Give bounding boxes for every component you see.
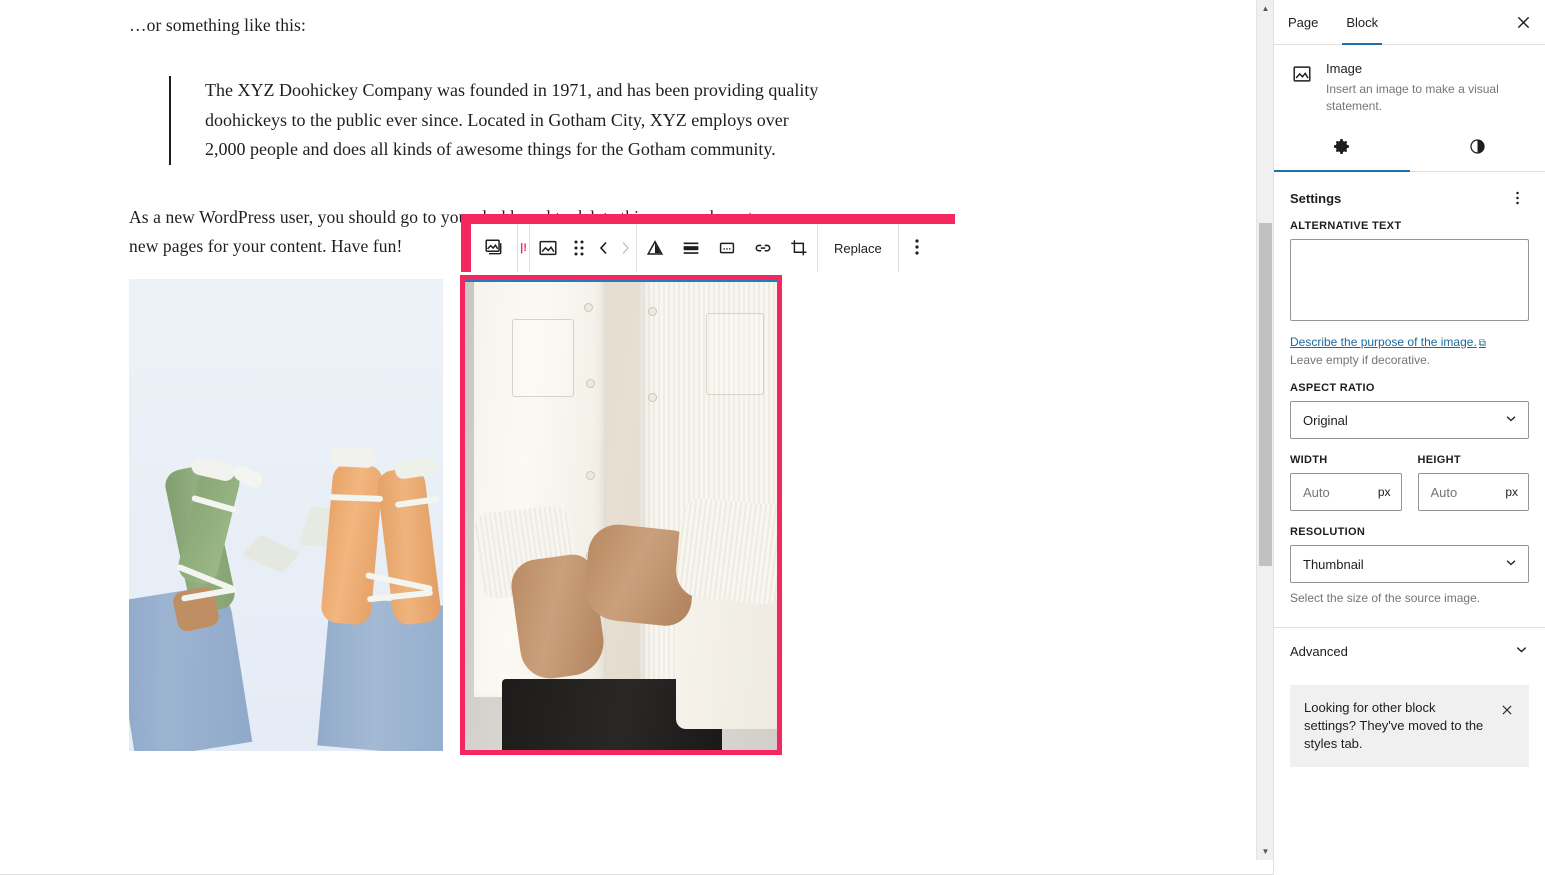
block-toolbar-highlight: |! Replace — [461, 214, 955, 272]
image-block-socks[interactable] — [129, 279, 443, 751]
chevron-down-icon — [1504, 556, 1518, 573]
image-2-button-6 — [648, 393, 657, 402]
advanced-label: Advanced — [1290, 644, 1348, 659]
image-2-pocket-right — [706, 313, 764, 395]
block-card-description: Insert an image to make a visual stateme… — [1326, 82, 1499, 113]
alt-text-label: ALTERNATIVE TEXT — [1290, 220, 1402, 232]
quote-text[interactable]: The XYZ Doohickey Company was founded in… — [205, 76, 829, 165]
image-2-button-1 — [584, 303, 593, 312]
tab-styles[interactable] — [1410, 127, 1545, 171]
crop-icon[interactable] — [781, 225, 817, 271]
tab-page[interactable]: Page — [1274, 0, 1332, 44]
advanced-panel-toggle[interactable]: Advanced — [1274, 627, 1545, 675]
tab-settings[interactable] — [1274, 127, 1410, 172]
aspect-ratio-select[interactable]: Original — [1290, 401, 1529, 439]
width-height-row: WIDTH px HEIGHT px — [1290, 454, 1529, 511]
intro-paragraph[interactable]: …or something like this: — [129, 11, 829, 40]
close-icon[interactable] — [1501, 0, 1545, 44]
editor-area: …or something like this: The XYZ Doohick… — [0, 0, 1273, 875]
block-card: Image Insert an image to make a visual s… — [1274, 45, 1545, 127]
chevron-left-icon[interactable] — [592, 225, 614, 271]
aspect-ratio-label: ASPECT RATIO — [1290, 382, 1375, 394]
image-icon — [1290, 62, 1314, 86]
sidebar-tabs: Page Block — [1274, 0, 1545, 45]
wordpress-block-editor: …or something like this: The XYZ Doohick… — [0, 0, 1545, 875]
image-2-cuff-right — [673, 496, 778, 606]
selected-image-wrapper[interactable] — [460, 275, 782, 755]
image-1-sandal-cap-c — [328, 445, 376, 469]
height-label: HEIGHT — [1417, 454, 1461, 466]
image-icon[interactable] — [530, 225, 566, 271]
toolbar-group-parent — [471, 224, 518, 272]
alt-text-help-link[interactable]: Describe the purpose of the image. ⧉ — [1290, 335, 1486, 349]
block-card-title: Image — [1326, 61, 1363, 76]
gear-icon — [1332, 137, 1351, 161]
block-settings-sidebar: Page Block Image Insert an image to make… — [1273, 0, 1545, 875]
link-icon[interactable] — [745, 225, 781, 271]
drag-handle-icon[interactable] — [566, 225, 592, 271]
more-options-icon[interactable] — [1505, 186, 1529, 210]
align-icon[interactable] — [637, 225, 673, 271]
image-2-button-5 — [648, 307, 657, 316]
caret-down-icon[interactable]: ▼ — [1257, 843, 1273, 860]
resolution-select[interactable]: Thumbnail — [1290, 545, 1529, 583]
resolution-value: Thumbnail — [1303, 556, 1364, 572]
block-card-text: Image Insert an image to make a visual s… — [1326, 61, 1529, 115]
more-options-icon[interactable] — [899, 224, 935, 270]
image-row — [129, 275, 829, 757]
image-2-pocket-left — [512, 319, 574, 397]
image-2-button-2 — [586, 379, 595, 388]
alt-text-help-label: Describe the purpose of the image. — [1290, 335, 1477, 349]
caption-icon[interactable] — [709, 225, 745, 271]
toolbar-parent-indicator: |! — [518, 224, 530, 272]
width-field: WIDTH px — [1290, 454, 1402, 511]
aspect-ratio-value: Original — [1303, 412, 1348, 428]
quote-block[interactable]: The XYZ Doohickey Company was founded in… — [169, 76, 829, 165]
width-label: WIDTH — [1290, 454, 1328, 466]
caret-up-icon[interactable]: ▲ — [1257, 0, 1273, 17]
alt-text-note: Leave empty if decorative. — [1290, 353, 1431, 367]
chevron-down-icon — [1514, 642, 1529, 662]
scrollbar-thumb[interactable] — [1259, 223, 1272, 566]
image-block-person[interactable] — [464, 279, 778, 751]
chevron-right-icon — [614, 225, 636, 271]
post-canvas[interactable]: …or something like this: The XYZ Doohick… — [0, 0, 1256, 860]
height-field: HEIGHT px — [1417, 454, 1529, 511]
alt-text-input[interactable] — [1290, 239, 1529, 321]
contrast-icon — [1468, 137, 1487, 161]
height-unit: px — [1505, 485, 1518, 499]
sidebar-inner-tabs — [1274, 127, 1545, 172]
resolution-label: RESOLUTION — [1290, 526, 1366, 538]
replace-button[interactable]: Replace — [818, 224, 899, 272]
toolbar-group-block — [530, 224, 637, 272]
external-link-icon: ⧉ — [1478, 338, 1486, 349]
image-2-button-3 — [586, 471, 595, 480]
settings-panel: Settings ALTERNATIVE TEXT Describe the p… — [1274, 172, 1545, 605]
settings-header: Settings — [1290, 172, 1529, 220]
notice-text: Looking for other block settings? They'v… — [1304, 700, 1484, 751]
width-unit: px — [1377, 485, 1391, 499]
toolbar-group-format — [637, 224, 818, 272]
text-align-icon[interactable] — [673, 225, 709, 271]
settings-title: Settings — [1290, 190, 1342, 206]
block-toolbar[interactable]: |! Replace — [471, 224, 955, 272]
styles-moved-notice: Looking for other block settings? They'v… — [1290, 685, 1529, 767]
image-stack-icon[interactable] — [471, 225, 517, 271]
tab-block[interactable]: Block — [1332, 0, 1392, 45]
chevron-down-icon — [1504, 412, 1518, 429]
close-icon[interactable] — [1497, 700, 1517, 720]
canvas-scrollbar[interactable]: ▲ ▼ — [1256, 0, 1273, 860]
resolution-help: Select the size of the source image. — [1290, 591, 1481, 605]
